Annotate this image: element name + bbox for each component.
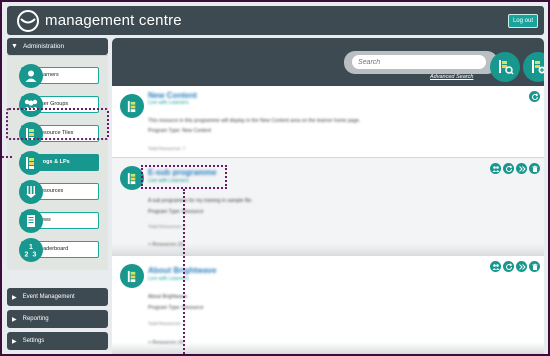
card-status: Live with Learners (148, 100, 189, 106)
refresh-button[interactable] (529, 91, 540, 102)
programme-card: New Content Live with Learners This reso… (112, 86, 544, 158)
card-actions (490, 163, 540, 174)
programme-search-icon (499, 60, 514, 75)
svg-text:3: 3 (33, 252, 37, 259)
card-title[interactable]: New Content (148, 91, 197, 100)
double-chevron-icon (518, 165, 526, 172)
sidebar-item-resources[interactable]: Resources (7, 180, 108, 204)
group-icon (492, 165, 499, 172)
refresh-icon (505, 164, 512, 172)
svg-text:1: 1 (29, 244, 33, 251)
programme-icon (120, 264, 144, 288)
app-title: management centre (45, 12, 182, 29)
sidebar-section-settings[interactable]: ▶ Settings (7, 332, 108, 350)
card-status: Live with Learners (148, 276, 189, 282)
caret-right-icon: ▶ (12, 316, 17, 323)
caret-right-icon: ▶ (12, 338, 17, 345)
next-button[interactable] (516, 163, 527, 174)
sidebar-section-reporting[interactable]: ▶ Reporting (7, 310, 108, 328)
administration-menu: Learners User Groups Resource Tiles Prog… (7, 55, 108, 270)
delete-button[interactable] (529, 261, 540, 272)
card-type: Program Type: New Content (148, 128, 211, 134)
sidebar-item-user-groups[interactable]: User Groups (7, 93, 108, 117)
leaderboard-icon: 123 (19, 238, 43, 262)
resources-icon (19, 180, 43, 204)
card-title[interactable]: About Brightwave (148, 266, 216, 275)
logout-button[interactable]: Log out (507, 14, 538, 28)
card-description: This resource in this programme will dis… (148, 118, 361, 124)
refresh-button[interactable] (503, 261, 514, 272)
search-programmes-button[interactable] (490, 52, 520, 82)
refresh-icon (531, 92, 538, 100)
logo-icon (17, 9, 39, 32)
sidebar-section-label: Settings (22, 338, 45, 344)
sidebar-section-event-management[interactable]: ▶ Event Management (7, 288, 108, 306)
add-programme-button[interactable] (523, 52, 544, 82)
programme-icon (120, 166, 144, 190)
sidebar-header-label: Administration (22, 43, 65, 50)
card-title[interactable]: E-sub programme (148, 168, 216, 177)
sidebar: ▼ Administration Learners User Groups Re… (7, 38, 108, 354)
sidebar-item-news[interactable]: News (7, 209, 108, 233)
assign-group-button[interactable] (490, 261, 501, 272)
refresh-button[interactable] (503, 163, 514, 174)
app-frame: management centre Log out ▼ Administrati… (2, 2, 548, 354)
card-status: Live with Learners (148, 178, 189, 184)
sidebar-item-learners[interactable]: Learners (7, 64, 108, 88)
caret-down-icon: ▼ (11, 43, 18, 50)
card-fade (112, 342, 544, 354)
main-panel: Advanced Search New Content Live with Le… (112, 38, 544, 354)
card-description: About Brightwave (148, 294, 188, 300)
group-icon (492, 263, 499, 270)
advanced-search-link[interactable]: Advanced Search (430, 74, 473, 80)
person-icon (19, 64, 43, 88)
card-count: Total Resources: 3 (148, 224, 186, 229)
card-description: A sub programme for my training in sampl… (148, 198, 253, 204)
card-count: Total Resources: 4 (148, 321, 186, 326)
trash-icon (531, 263, 538, 270)
svg-text:2: 2 (25, 252, 29, 259)
group-icon (19, 93, 43, 117)
delete-button[interactable] (529, 163, 540, 174)
sidebar-section-label: Reporting (22, 316, 49, 322)
sidebar-item-progs-lps[interactable]: Progs & LPs (7, 151, 108, 175)
news-icon (19, 209, 43, 233)
card-type: Program Type: Resource (148, 209, 204, 215)
top-bar: management centre Log out (7, 6, 544, 35)
card-actions (529, 91, 540, 102)
assign-group-button[interactable] (490, 163, 501, 174)
search-input[interactable] (352, 55, 486, 69)
card-type: Program Type: Resource (148, 305, 204, 311)
next-button[interactable] (516, 261, 527, 272)
resource-tiles-icon (19, 122, 43, 146)
sidebar-item-resource-tiles[interactable]: Resource Tiles (7, 122, 108, 146)
double-chevron-icon (518, 263, 526, 270)
trash-icon (531, 165, 538, 172)
programme-add-icon (532, 60, 544, 74)
programme-card: About Brightwave Live with Learners Abou… (112, 256, 544, 354)
card-fade (112, 244, 544, 256)
card-count: Total Resources: 7 (148, 146, 186, 151)
caret-right-icon: ▶ (12, 294, 17, 301)
sidebar-item-leaderboard[interactable]: Leaderboard 123 (7, 238, 108, 262)
card-actions (490, 261, 540, 272)
sidebar-section-label: Event Management (22, 294, 75, 300)
programme-card: E-sub programme Live with Learners A sub… (112, 158, 544, 256)
refresh-icon (505, 262, 512, 270)
programme-icon (19, 151, 43, 175)
programme-icon (120, 94, 144, 118)
sidebar-header-administration[interactable]: ▼ Administration (7, 38, 108, 55)
